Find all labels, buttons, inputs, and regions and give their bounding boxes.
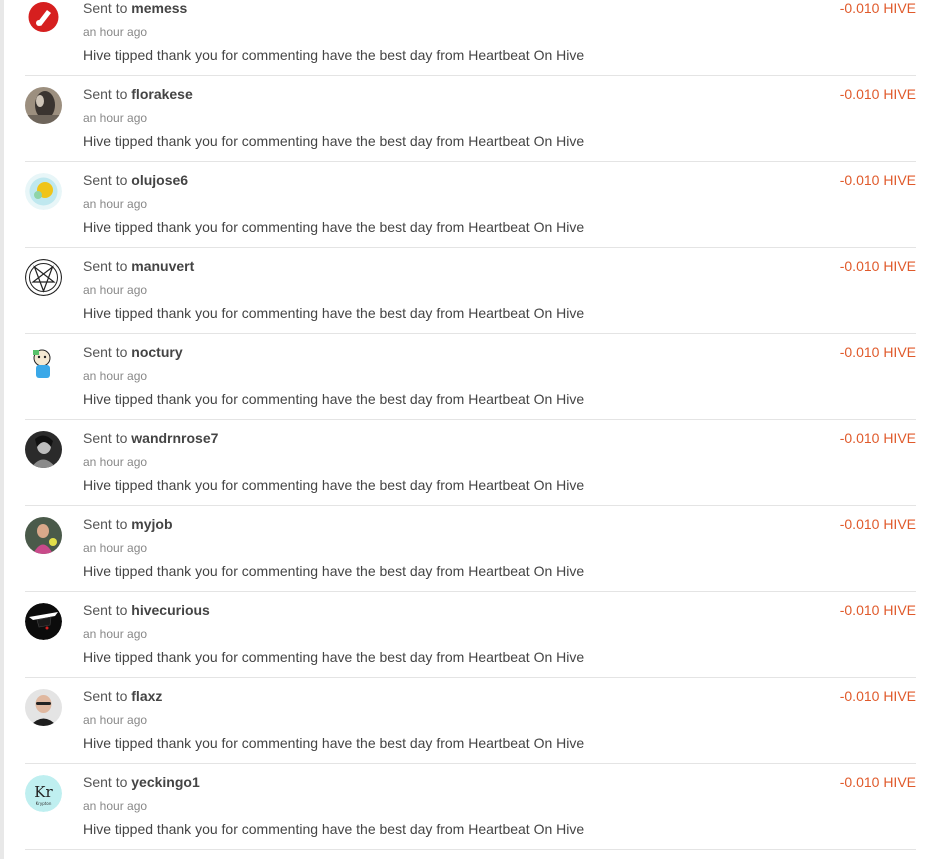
transfer-row: Sent to flaxz an hour ago Hive tipped th… — [25, 678, 916, 764]
sent-prefix: Sent to — [83, 258, 128, 274]
recipient-link[interactable]: wandrnrose7 — [131, 430, 218, 446]
transfer-title: Sent to florakese — [83, 86, 193, 102]
transfer-title: Sent to hivecurious — [83, 602, 210, 618]
memo-text: Hive tipped thank you for commenting hav… — [83, 649, 585, 665]
sent-prefix: Sent to — [83, 774, 128, 790]
kr-name: Krypton — [36, 801, 52, 806]
avatar[interactable] — [25, 1, 62, 38]
transfer-row: Sent to florakese an hour ago Hive tippe… — [25, 76, 916, 162]
avatar[interactable] — [25, 87, 62, 124]
sent-prefix: Sent to — [83, 688, 128, 704]
transfer-row: Sent to hivecurious an hour ago Hive tip… — [25, 592, 916, 678]
bw-photo-avatar-icon — [25, 431, 62, 468]
amount: -0.010 HIVE — [839, 688, 916, 704]
transfer-row: Sent to olujose6 an hour ago Hive tipped… — [25, 162, 916, 248]
sent-prefix: Sent to — [83, 430, 128, 446]
sent-prefix: Sent to — [83, 344, 128, 360]
transfer-row: Kr Krypton Sent to yeckingo1 an hour ago… — [25, 764, 916, 850]
amount: -0.010 HIVE — [839, 172, 916, 188]
memo-text: Hive tipped thank you for commenting hav… — [83, 219, 585, 235]
transfer-title: Sent to olujose6 — [83, 172, 188, 188]
memo-text: Hive tipped thank you for commenting hav… — [83, 477, 585, 493]
transfer-row: Sent to noctury an hour ago Hive tipped … — [25, 334, 916, 420]
kr-element-avatar-icon: Kr Krypton — [25, 775, 62, 812]
recipient-link[interactable]: flaxz — [131, 688, 162, 704]
recipient-link[interactable]: manuvert — [131, 258, 194, 274]
pentagram-avatar-icon — [25, 259, 62, 296]
avatar[interactable] — [25, 517, 62, 554]
transfer-row: Sent to wandrnrose7 an hour ago Hive tip… — [25, 420, 916, 506]
transfer-list: Sent to memess an hour ago Hive tipped t… — [4, 0, 930, 850]
timestamp: an hour ago — [83, 713, 148, 727]
sent-prefix: Sent to — [83, 172, 128, 188]
hat-silhouette-avatar-icon — [25, 603, 62, 640]
timestamp: an hour ago — [83, 541, 148, 555]
transfer-history: Sent to memess an hour ago Hive tipped t… — [0, 0, 930, 859]
recipient-link[interactable]: myjob — [131, 516, 172, 532]
amount: -0.010 HIVE — [839, 86, 916, 102]
person-photo-avatar-icon — [25, 517, 62, 554]
timestamp: an hour ago — [83, 455, 148, 469]
recipient-link[interactable]: memess — [131, 0, 187, 16]
amount: -0.010 HIVE — [839, 774, 916, 790]
timestamp: an hour ago — [83, 799, 148, 813]
recipient-link[interactable]: hivecurious — [131, 602, 210, 618]
avatar[interactable] — [25, 173, 62, 210]
transfer-row: Sent to manuvert an hour ago Hive tipped… — [25, 248, 916, 334]
sent-prefix: Sent to — [83, 602, 128, 618]
sent-prefix: Sent to — [83, 0, 128, 16]
kr-symbol: Kr — [34, 783, 53, 801]
amount: -0.010 HIVE — [839, 430, 916, 446]
transfer-title: Sent to noctury — [83, 344, 183, 360]
amount: -0.010 HIVE — [839, 0, 916, 16]
transfer-row: Sent to memess an hour ago Hive tipped t… — [25, 0, 916, 76]
timestamp: an hour ago — [83, 627, 148, 641]
amount: -0.010 HIVE — [839, 516, 916, 532]
transfer-title: Sent to manuvert — [83, 258, 194, 274]
timestamp: an hour ago — [83, 25, 148, 39]
memo-text: Hive tipped thank you for commenting hav… — [83, 821, 585, 837]
avatar[interactable] — [25, 345, 62, 382]
recipient-link[interactable]: florakese — [131, 86, 192, 102]
transfer-title: Sent to flaxz — [83, 688, 162, 704]
transfer-title: Sent to yeckingo1 — [83, 774, 200, 790]
memo-text: Hive tipped thank you for commenting hav… — [83, 735, 585, 751]
avatar[interactable] — [25, 259, 62, 296]
bubble-avatar-icon — [25, 173, 62, 210]
avatar[interactable]: Kr Krypton — [25, 775, 62, 812]
amount: -0.010 HIVE — [839, 344, 916, 360]
memo-text: Hive tipped thank you for commenting hav… — [83, 305, 585, 321]
cartoon-avatar-icon — [25, 345, 62, 382]
avatar[interactable] — [25, 603, 62, 640]
sent-prefix: Sent to — [83, 86, 128, 102]
timestamp: an hour ago — [83, 111, 148, 125]
timestamp: an hour ago — [83, 283, 148, 297]
memo-text: Hive tipped thank you for commenting hav… — [83, 391, 585, 407]
timestamp: an hour ago — [83, 197, 148, 211]
transfer-title: Sent to memess — [83, 0, 187, 16]
avatar[interactable] — [25, 431, 62, 468]
recipient-link[interactable]: yeckingo1 — [131, 774, 199, 790]
memo-text: Hive tipped thank you for commenting hav… — [83, 563, 585, 579]
transfer-row: Sent to myjob an hour ago Hive tipped th… — [25, 506, 916, 592]
photo-avatar-icon — [25, 87, 62, 124]
bald-man-avatar-icon — [25, 689, 62, 726]
amount: -0.010 HIVE — [839, 602, 916, 618]
sent-prefix: Sent to — [83, 516, 128, 532]
memo-text: Hive tipped thank you for commenting hav… — [83, 47, 585, 63]
amount: -0.010 HIVE — [839, 258, 916, 274]
recipient-link[interactable]: olujose6 — [131, 172, 188, 188]
transfer-title: Sent to wandrnrose7 — [83, 430, 218, 446]
memo-text: Hive tipped thank you for commenting hav… — [83, 133, 585, 149]
recipient-link[interactable]: noctury — [131, 344, 182, 360]
timestamp: an hour ago — [83, 369, 148, 383]
red-badge-avatar-icon — [25, 1, 62, 38]
transfer-title: Sent to myjob — [83, 516, 173, 532]
avatar[interactable] — [25, 689, 62, 726]
